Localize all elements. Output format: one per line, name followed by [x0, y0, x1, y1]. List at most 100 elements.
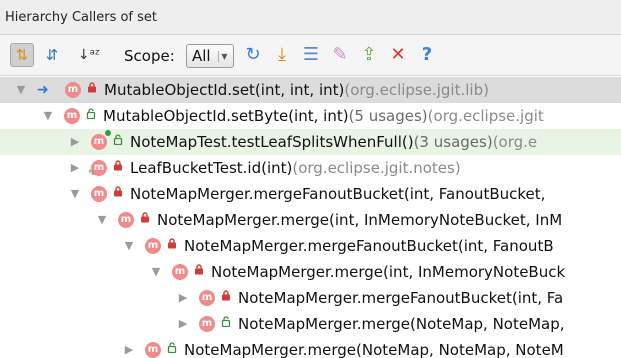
test-overlay-icon: ✎ — [88, 169, 96, 179]
hierarchy-toolbar: ⇅ ⇵ ↓ᵃᶻ Scope: All ▼ ↻ ⤓ ☰ ✎ ⇪ ✕ ? — [0, 35, 621, 76]
tree-row-content: ▼ m NoteMapMerger.merge(int, InMemoryNoteB… — [95, 207, 562, 233]
tree-row-content: ▼ m NoteMapMerger.mergeFanoutBucket(int, F… — [68, 181, 546, 207]
tree-row[interactable]: ▼ m NoteMapMerger.merge(int, InMemoryNoteB… — [0, 259, 621, 285]
method-icon: m — [145, 342, 161, 358]
method-icon: m — [118, 212, 134, 228]
private-lock-icon — [112, 181, 124, 207]
method-signature: NoteMapMerger.mergeFanoutBucket(int, Fan… — [184, 237, 554, 255]
tree-row[interactable]: ▶ m NoteMapMerger.merge(NoteMap, NoteMap, — [0, 311, 621, 337]
collapse-all-button[interactable]: ☰ — [300, 43, 322, 67]
close-button[interactable]: ✕ — [387, 43, 409, 67]
scope-select[interactable]: All ▼ — [186, 44, 234, 68]
caller-hierarchy-button[interactable]: ⇅ — [10, 43, 34, 67]
package-private-icon — [112, 129, 124, 155]
method-icon: m — [199, 290, 215, 306]
private-lock-icon — [220, 285, 232, 311]
expand-all-icon: ⤓ — [278, 44, 286, 65]
method-icon: m — [145, 238, 161, 254]
pin-icon: ✎ — [332, 44, 348, 65]
collapse-all-icon: ☰ — [302, 44, 320, 65]
method-signature: NoteMapMerger.merge(NoteMap, NoteMap, No… — [184, 341, 564, 358]
expanded-arrow-icon[interactable]: ▼ — [149, 259, 163, 285]
tree-row-content: ▶ m NoteMapMerger.mergeFanoutBucket(int, F… — [176, 285, 563, 311]
tree-row-content: ▼ m NoteMapMerger.merge(int, InMemoryNoteB… — [149, 259, 565, 285]
expanded-arrow-icon[interactable]: ▼ — [41, 103, 55, 129]
expanded-arrow-icon[interactable]: ▼ — [14, 77, 28, 103]
private-lock-icon — [112, 155, 124, 181]
tree-row[interactable]: ▼ m NoteMapMerger.merge(int, InMemoryNoteB… — [0, 207, 621, 233]
method-signature: NoteMapMerger.merge(int, InMemoryNoteBuc… — [157, 211, 563, 229]
export-button[interactable]: ⇪ — [358, 43, 380, 67]
export-icon: ⇪ — [361, 44, 377, 65]
collapsed-arrow-icon[interactable]: ▶ — [68, 155, 82, 181]
package-name: (org.e — [492, 133, 538, 151]
method-icon: m ✎ — [88, 160, 107, 179]
tree-row[interactable]: ▶ m NoteMapMerger.merge(NoteMap, NoteMap, … — [0, 337, 621, 358]
refresh-icon: ↻ — [245, 44, 261, 65]
method-icon: m — [65, 82, 81, 98]
method-icon: m — [172, 264, 188, 280]
package-name: (org.eclipse.jgit.notes) — [292, 159, 461, 177]
tree-row[interactable]: ▶ m NoteMapTest.testLeafSplitsWhenFull() (3… — [0, 129, 621, 155]
method-icon: m — [91, 186, 107, 202]
expanded-arrow-icon[interactable]: ▼ — [68, 181, 82, 207]
package-name: (org.eclipse.jgit.lib) — [344, 81, 489, 99]
collapsed-arrow-icon[interactable]: ▶ — [176, 311, 190, 337]
usage-count: (5 usages) — [348, 107, 428, 125]
refresh-button[interactable]: ↻ — [242, 43, 264, 67]
tree-row-content: ▶ m NoteMapMerger.merge(NoteMap, NoteMap, — [176, 311, 565, 337]
expand-all-button[interactable]: ⤓ — [271, 43, 293, 67]
expanded-arrow-icon[interactable]: ▼ — [95, 207, 109, 233]
tree-row[interactable]: ▼ m NoteMapMerger.mergeFanoutBucket(int, F… — [0, 181, 621, 207]
tree-row-content: ▶ m ✎ LeafBucketTest.id(int) (org.eclipse.j… — [68, 155, 461, 181]
collapsed-arrow-icon[interactable]: ▶ — [176, 285, 190, 311]
tree-row[interactable]: ▼ m MutableObjectId.setByte(int, int) (5 us… — [0, 103, 621, 129]
tree-row[interactable]: ▼ m NoteMapMerger.mergeFanoutBucket(int, F… — [0, 233, 621, 259]
package-name: (org.eclipse.jgit — [427, 107, 544, 125]
package-private-icon — [220, 311, 232, 337]
method-icon: m — [91, 130, 111, 150]
package-private-icon — [166, 337, 178, 358]
call-hierarchy-tree: ▼ ➜ m MutableObjectId.set(int, int, int) (o… — [0, 77, 621, 358]
collapsed-arrow-icon[interactable]: ▶ — [122, 337, 136, 358]
method-signature: MutableObjectId.set(int, int, int) — [104, 81, 345, 99]
method-signature: NoteMapMerger.merge(NoteMap, NoteMap, — [238, 315, 565, 333]
tree-row[interactable]: ▼ ➜ m MutableObjectId.set(int, int, int) (o… — [0, 77, 621, 103]
method-signature: NoteMapMerger.mergeFanoutBucket(int, Fan… — [130, 185, 546, 203]
test-run-icon — [105, 130, 111, 136]
tree-row-content: ▼ m NoteMapMerger.mergeFanoutBucket(int, F… — [122, 233, 554, 259]
private-lock-icon — [166, 233, 178, 259]
chevron-down-icon: ▼ — [218, 51, 230, 62]
private-lock-icon — [86, 77, 98, 103]
method-icon: m — [199, 316, 215, 332]
help-button[interactable]: ? — [416, 43, 438, 67]
close-icon: ✕ — [390, 44, 406, 65]
expanded-arrow-icon[interactable]: ▼ — [122, 233, 136, 259]
sort-alpha-button[interactable]: ↓ᵃᶻ — [72, 43, 106, 67]
tree-row-content: ▶ m NoteMapTest.testLeafSplitsWhenFull() (3… — [68, 129, 537, 155]
package-private-icon — [85, 103, 97, 129]
method-icon: m — [64, 108, 80, 124]
collapsed-arrow-icon[interactable]: ▶ — [68, 129, 82, 155]
panel-title: Hierarchy Callers of set — [5, 10, 158, 25]
method-signature: LeafBucketTest.id(int) — [130, 159, 293, 177]
private-lock-icon — [193, 259, 205, 285]
call-arrow-icon: ➜ — [37, 82, 49, 98]
scope-label: Scope: — [124, 47, 175, 65]
method-signature: NoteMapMerger.merge(int, InMemoryNoteBuc… — [211, 263, 566, 281]
usage-count: (3 usages) — [413, 133, 493, 151]
pin-button[interactable]: ✎ — [329, 43, 351, 67]
call-hierarchy-panel: Hierarchy Callers of set ⇅ ⇵ ↓ᵃᶻ Scope: … — [0, 0, 621, 358]
callee-hierarchy-button[interactable]: ⇵ — [40, 43, 64, 67]
caller-hierarchy-icon: ⇅ — [15, 45, 29, 64]
method-signature: MutableObjectId.setByte(int, int) — [103, 107, 349, 125]
tree-row[interactable]: ▶ m NoteMapMerger.mergeFanoutBucket(int, F… — [0, 285, 621, 311]
help-icon: ? — [421, 44, 433, 65]
method-signature: NoteMapTest.testLeafSplitsWhenFull() — [130, 133, 414, 151]
method-signature: NoteMapMerger.mergeFanoutBucket(int, Fa — [238, 289, 564, 307]
tree-row-content: ▼ m MutableObjectId.setByte(int, int) (5 us… — [41, 103, 544, 129]
tree-row[interactable]: ▶ m ✎ LeafBucketTest.id(int) (org.eclipse.j… — [0, 155, 621, 181]
tree-row-content: ▶ m NoteMapMerger.merge(NoteMap, NoteMap, … — [122, 337, 564, 358]
sort-alphabetically-icon: ↓ᵃᶻ — [77, 47, 101, 63]
private-lock-icon — [139, 207, 151, 233]
